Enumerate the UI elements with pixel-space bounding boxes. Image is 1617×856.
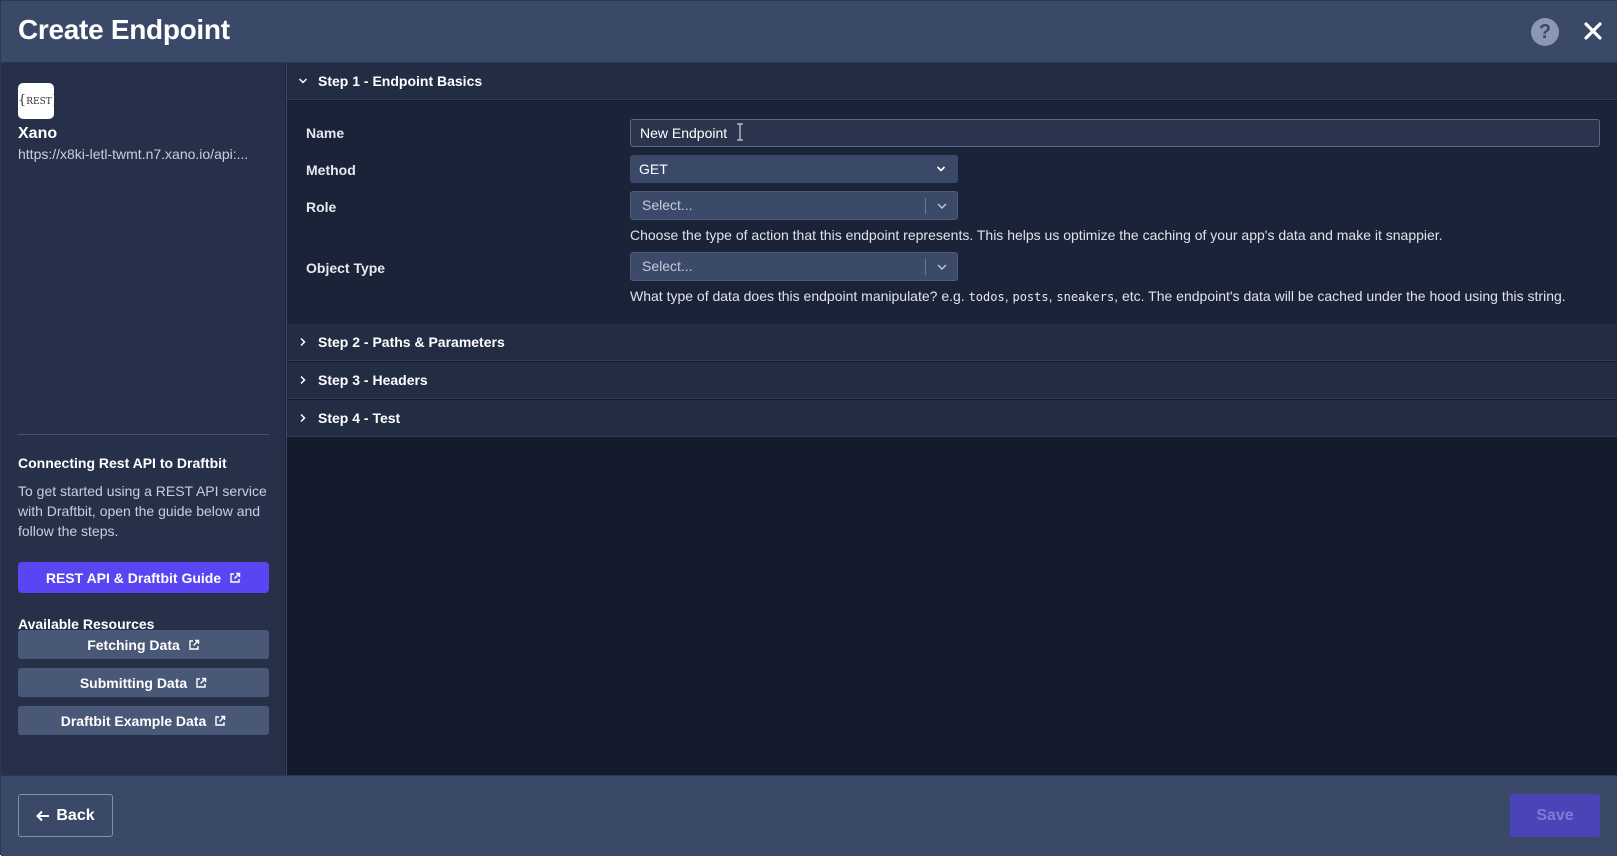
- step-label: Step 3 - Headers: [318, 372, 428, 388]
- main-panel: Step 1 - Endpoint Basics Name Method GET…: [287, 63, 1617, 775]
- step-label: Step 1 - Endpoint Basics: [318, 73, 483, 89]
- step-4-header[interactable]: Step 4 - Test: [287, 400, 1617, 437]
- resource-button-example-data[interactable]: Draftbit Example Data: [18, 706, 269, 735]
- create-endpoint-modal: Create Endpoint ? {REST} Xano https://x8…: [0, 0, 1617, 856]
- rest-logo-text: REST: [26, 97, 52, 107]
- external-link-icon: [189, 639, 199, 650]
- role-label: Role: [306, 199, 337, 215]
- chevron-down-icon: [937, 264, 947, 270]
- back-button[interactable]: Back: [18, 794, 113, 837]
- provider-url: https://x8ki-letl-twmt.n7.xano.io/api:..…: [18, 146, 249, 162]
- object-type-label: Object Type: [306, 260, 386, 276]
- resource-button-label: Fetching Data: [87, 636, 180, 653]
- step-label: Step 2 - Paths & Parameters: [318, 334, 505, 350]
- step-1-body: Name Method GET Role Select... Choose t: [287, 101, 1617, 326]
- method-select[interactable]: GET: [630, 155, 958, 183]
- object-type-help-text: What type of data does this endpoint man…: [630, 288, 1566, 304]
- external-link-icon: [230, 572, 241, 583]
- save-button-label: Save: [1536, 806, 1574, 824]
- chevron-right-icon: [300, 337, 306, 347]
- resource-button-submitting-data[interactable]: Submitting Data: [18, 668, 269, 697]
- guide-button[interactable]: REST API & Draftbit Guide: [18, 562, 269, 593]
- help-circle-icon[interactable]: ?: [1531, 18, 1559, 46]
- example-code: sneakers: [1056, 290, 1115, 304]
- close-icon[interactable]: [1579, 17, 1607, 45]
- object-type-placeholder: Select...: [642, 258, 693, 274]
- role-select[interactable]: Select...: [630, 191, 958, 220]
- provider-name: Xano: [18, 125, 58, 142]
- guide-description: To get started using a REST API service …: [18, 483, 267, 539]
- rest-logo-icon: {REST}: [18, 83, 60, 119]
- select-separator: [925, 259, 926, 275]
- method-label: Method: [306, 162, 356, 178]
- step-1-header[interactable]: Step 1 - Endpoint Basics: [287, 63, 1617, 100]
- guide-button-label: REST API & Draftbit Guide: [45, 569, 222, 586]
- step-label: Step 4 - Test: [318, 410, 401, 426]
- modal-header: Create Endpoint ?: [1, 1, 1617, 63]
- role-placeholder: Select...: [642, 197, 693, 213]
- object-help-prefix: What type of data does this endpoint man…: [630, 288, 965, 304]
- method-value: GET: [639, 161, 668, 177]
- select-separator: [925, 198, 926, 214]
- chevron-down-icon: [937, 203, 947, 209]
- save-button[interactable]: Save: [1510, 794, 1600, 837]
- sidebar-divider: [18, 434, 269, 435]
- text-cursor-icon: [737, 123, 743, 141]
- resource-button-fetching-data[interactable]: Fetching Data: [18, 630, 269, 659]
- modal-footer: Back Save: [1, 775, 1617, 856]
- object-help-suffix: etc. The endpoint's data will be cached …: [1121, 288, 1566, 304]
- object-type-select[interactable]: Select...: [630, 252, 958, 281]
- back-button-label: Back: [56, 806, 95, 824]
- step-2-header[interactable]: Step 2 - Paths & Parameters: [287, 324, 1617, 361]
- name-input[interactable]: [630, 119, 1600, 147]
- chevron-right-icon: [300, 413, 306, 423]
- external-link-icon: [196, 677, 207, 688]
- chevron-down-icon: [936, 166, 946, 172]
- chevron-down-icon: [298, 78, 308, 84]
- chevron-right-icon: [300, 375, 306, 385]
- guide-title: Connecting Rest API to Draftbit: [18, 455, 227, 471]
- step-3-header[interactable]: Step 3 - Headers: [287, 362, 1617, 399]
- resource-button-label: Submitting Data: [79, 674, 188, 691]
- role-help-text: Choose the type of action that this endp…: [630, 227, 1443, 243]
- arrow-left-icon: [36, 810, 50, 821]
- page-title: Create Endpoint: [18, 14, 230, 45]
- resource-button-label: Draftbit Example Data: [60, 712, 207, 729]
- external-link-icon: [215, 715, 226, 726]
- sidebar: {REST} Xano https://x8ki-letl-twmt.n7.xa…: [1, 63, 286, 775]
- example-code: posts: [1012, 290, 1049, 304]
- example-code: todos: [968, 290, 1005, 304]
- name-label: Name: [306, 125, 345, 141]
